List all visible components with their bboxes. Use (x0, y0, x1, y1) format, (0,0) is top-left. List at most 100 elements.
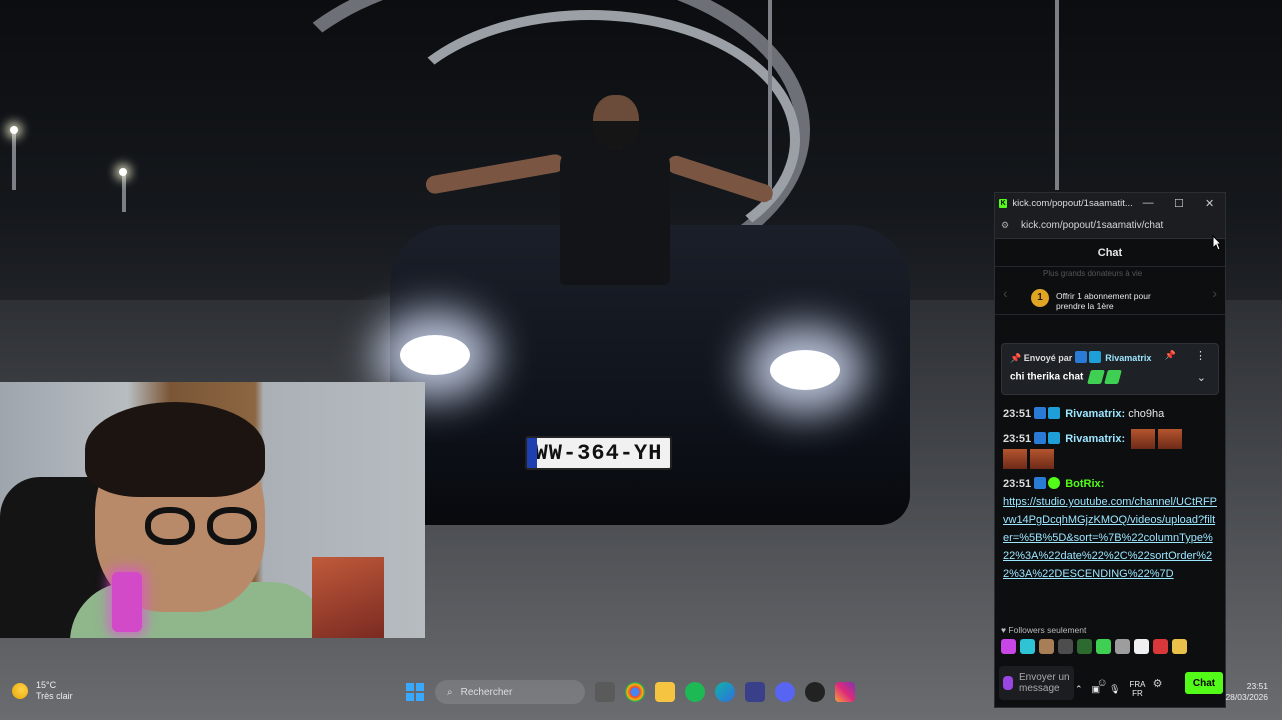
weather-widget[interactable]: 15°C Très clair (12, 680, 73, 702)
tray-overflow-icon[interactable]: ⌃ (1075, 684, 1083, 695)
person-in-car (424, 95, 776, 285)
followers-only-label: Followers seulement (1008, 625, 1087, 635)
heart-icon: ♥ (1001, 625, 1007, 635)
system-clock[interactable]: 23:51 28/03/2026 (1225, 681, 1268, 703)
chevron-right-icon[interactable]: › (1212, 285, 1217, 301)
headlight-right (770, 350, 840, 390)
street-lamp (12, 130, 16, 190)
street-lamp (1055, 0, 1059, 190)
leaderboard: Plus grands donateurs à vie ‹ 1 Offrir 1… (995, 267, 1225, 315)
edge-icon[interactable] (715, 682, 735, 702)
search-placeholder: Rechercher (460, 686, 513, 698)
emote-icon[interactable] (1172, 639, 1187, 654)
camera-icon[interactable]: ▣ (1092, 684, 1101, 695)
og-badge-icon (1048, 431, 1061, 444)
search-icon: ⌕ (447, 686, 453, 698)
emote-icon[interactable] (1077, 639, 1092, 654)
clock-time: 23:51 (1246, 681, 1268, 691)
pinned-message: 📌 Envoyé par Rivamatrix 📌 ⋮ chi therika … (1001, 343, 1219, 395)
emote-face-icon (1003, 449, 1027, 469)
chevron-left-icon[interactable]: ‹ (1003, 285, 1008, 301)
message-time: 23:51 (1003, 408, 1032, 420)
message-username[interactable]: BotRix: (1065, 478, 1104, 490)
chat-popout-window: K kick.com/popout/1saamatit... — ☐ ✕ ⚙ k… (994, 192, 1226, 708)
pin-small-icon: 📌 (1010, 353, 1022, 363)
site-settings-icon[interactable]: ⚙ (1001, 220, 1013, 231)
taskbar: 15°C Très clair ⌕ Rechercher ⌃ ▣ 🎙 FRA F… (0, 672, 1282, 712)
emote-icon (1104, 370, 1123, 384)
message-text: cho9ha (1128, 408, 1165, 420)
obs-icon[interactable] (805, 682, 825, 702)
og-badge-icon (1048, 407, 1061, 419)
emote-face-icon (1158, 429, 1183, 449)
glasses (145, 507, 265, 547)
anime-poster (312, 557, 384, 638)
language-indicator[interactable]: FRA FR (1130, 680, 1146, 698)
pinned-sender-line: 📌 Envoyé par Rivamatrix (1010, 351, 1151, 364)
chevron-down-icon[interactable]: ⌄ (1197, 371, 1206, 384)
street-lamp (122, 172, 126, 212)
desktop: WW-364-YH K kick.com/popout/1saamatit...… (0, 0, 1282, 720)
address-bar[interactable]: ⚙ kick.com/popout/1saamativ/chat (995, 213, 1225, 239)
chrome-icon[interactable] (625, 682, 645, 702)
file-explorer-icon[interactable] (655, 682, 675, 702)
mouse-cursor-icon (1212, 235, 1222, 251)
emote-icon[interactable] (1058, 639, 1073, 654)
chat-messages: 23:51 Rivamatrix: cho9ha 23:51 Rivamatri… (1003, 405, 1218, 617)
temperature: 15°C (36, 680, 57, 690)
plate-number: WW-364-YH (534, 440, 663, 466)
message-time: 23:51 (1003, 478, 1032, 490)
emote-icon[interactable] (1096, 639, 1111, 654)
chat-title: Chat (1097, 246, 1123, 259)
moderator-badge-icon (1034, 477, 1047, 489)
pinned-text: chi therika chat (1010, 371, 1084, 383)
headlight-left (400, 335, 470, 375)
more-options-icon[interactable]: ⋮ (1195, 349, 1206, 362)
discord-icon[interactable] (775, 682, 795, 702)
maximize-icon[interactable]: ☐ (1164, 197, 1195, 210)
window-titlebar[interactable]: K kick.com/popout/1saamatit... — ☐ ✕ (995, 193, 1225, 213)
task-view-icon[interactable] (595, 682, 615, 702)
store-icon[interactable] (745, 682, 765, 702)
emote-face-icon (1030, 449, 1054, 469)
quick-emote-bar (1001, 639, 1219, 657)
url-text: kick.com/popout/1saamativ/chat (1021, 220, 1164, 231)
street-lamp (768, 0, 772, 200)
streamer-hair (85, 402, 265, 497)
pin-icon[interactable]: 📌 (1165, 350, 1176, 361)
taskbar-search[interactable]: ⌕ Rechercher (435, 680, 585, 704)
gift-sub-offer[interactable]: Offrir 1 abonnement pour prendre la 1ère (1056, 291, 1176, 311)
emote-icon[interactable] (1020, 639, 1035, 654)
language-code: FRA (1129, 680, 1146, 689)
microphone-tray-icon[interactable]: 🎙 (1109, 684, 1120, 695)
verified-badge-icon (1048, 477, 1061, 489)
emote-icon[interactable] (1001, 639, 1016, 654)
followers-only-notice: ♥ Followers seulement (1001, 625, 1086, 635)
message-username[interactable]: Rivamatrix: (1065, 433, 1125, 445)
instagram-icon[interactable] (835, 682, 855, 702)
moderator-badge-icon (1074, 351, 1087, 363)
emote-icon[interactable] (1134, 639, 1149, 654)
license-plate: WW-364-YH (525, 436, 672, 470)
pinned-sender[interactable]: Rivamatrix (1105, 353, 1151, 363)
emote-icon (1087, 370, 1106, 384)
message-link[interactable]: https://studio.youtube.com/channel/UCtRF… (1003, 493, 1218, 583)
message-username[interactable]: Rivamatrix: (1065, 408, 1125, 420)
street-lamp-light (119, 168, 127, 176)
leaderboard-caption: Plus grands donateurs à vie (1043, 269, 1143, 278)
emote-icon[interactable] (1115, 639, 1130, 654)
chat-header: Chat (995, 239, 1225, 267)
windows-start-icon[interactable] (405, 682, 425, 702)
close-icon[interactable]: ✕ (1194, 197, 1225, 210)
emote-icon[interactable] (1039, 639, 1054, 654)
minimize-icon[interactable]: — (1133, 197, 1164, 209)
kick-logo-icon: K (999, 198, 1008, 208)
chat-message: 23:51 Rivamatrix: cho9ha (1003, 405, 1218, 423)
weather-condition: Très clair (36, 691, 73, 701)
weather-icon (12, 683, 28, 699)
clock-date: 28/03/2026 (1225, 692, 1268, 702)
emote-icon[interactable] (1153, 639, 1168, 654)
spotify-icon[interactable] (685, 682, 705, 702)
taskbar-apps: ⌕ Rechercher (405, 680, 855, 704)
window-title: kick.com/popout/1saamatit... (1012, 197, 1133, 209)
